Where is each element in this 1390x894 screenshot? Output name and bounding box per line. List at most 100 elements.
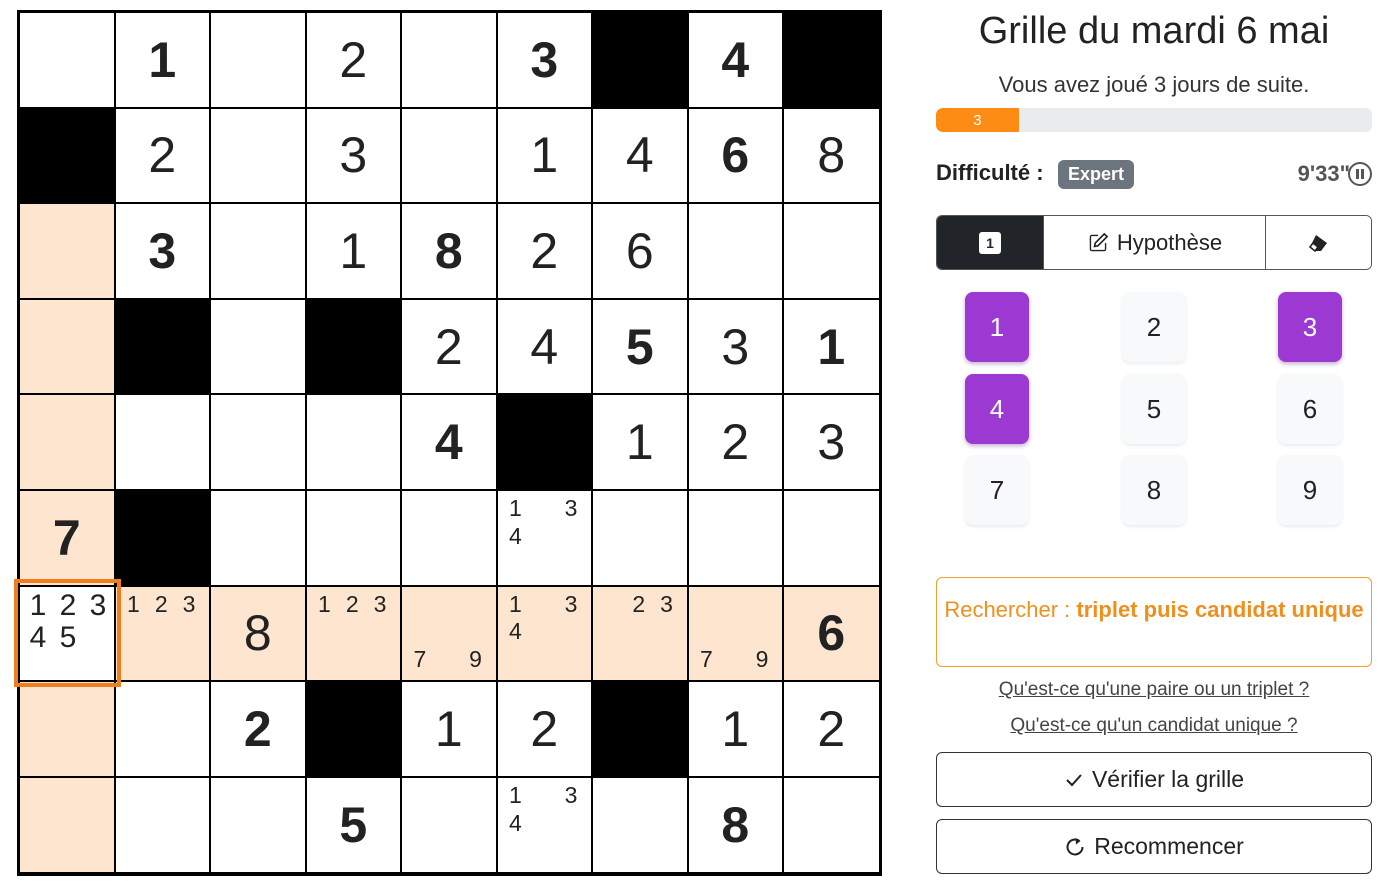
grid-cell[interactable] [20,299,116,396]
grid-cell[interactable] [593,491,689,587]
grid-cell[interactable]: 3 [784,395,879,491]
grid-cell[interactable] [211,777,307,873]
grid-cell[interactable]: 2 [784,682,879,778]
grid-cell[interactable]: 3 [688,299,784,396]
mode-hypothesis-label: Hypothèse [1116,229,1223,255]
cell-note [311,648,339,676]
grid-cell[interactable] [211,13,307,109]
grid-cell[interactable]: 123 [115,586,211,683]
mode-normal-button[interactable]: 1 [937,216,1044,269]
grid-cell[interactable]: 3 [497,13,593,109]
grid-cell[interactable]: 1 [402,682,498,778]
grid-cell[interactable] [20,204,116,300]
grid-cell[interactable]: 1 3 4 [497,777,593,873]
cell-value: 1 [721,700,750,757]
grid-cell[interactable]: 8 [402,204,498,300]
grid-cell[interactable]: 1 [593,395,689,491]
grid-cell[interactable]: 3 [115,204,211,300]
grid-cell[interactable]: 2 [115,108,211,205]
grid-cell[interactable]: 1 [497,108,593,205]
number-button-2[interactable]: 2 [1122,292,1186,362]
grid-cell[interactable] [211,491,307,587]
grid-cell[interactable]: 2 [497,682,593,778]
grid-cell[interactable] [593,777,689,873]
grid-cell[interactable]: 1 3 4 [497,491,593,587]
grid-cell[interactable]: 6 [784,586,879,683]
grid-cell[interactable] [115,682,211,778]
number-button-7[interactable]: 7 [965,455,1029,525]
number-button-3[interactable]: 3 [1278,292,1342,362]
number-button-9[interactable]: 9 [1278,455,1342,525]
grid-cell[interactable] [784,204,879,300]
grid-cell[interactable]: 1 [784,299,879,396]
grid-cell[interactable] [402,13,498,109]
check-grid-button[interactable]: Vérifier la grille [936,752,1372,807]
help-link-pair-triplet[interactable]: Qu'est-ce qu'une paire ou un triplet ? [936,679,1372,701]
grid-cell[interactable]: 5 [306,777,402,873]
cell-note [653,620,681,648]
mode-eraser-button[interactable] [1266,216,1371,269]
grid-cell[interactable]: 79 [402,586,498,683]
grid-cell[interactable] [20,13,116,109]
grid-cell[interactable]: 4 [402,395,498,491]
grid-cell[interactable]: 123 [306,586,402,683]
grid-cell[interactable]: 6 [688,108,784,205]
grid-cell[interactable]: 23 [593,586,689,683]
grid-cell[interactable] [784,777,879,873]
grid-cell[interactable] [688,204,784,300]
grid-cell[interactable]: 2 [402,299,498,396]
grid-cell[interactable] [211,395,307,491]
grid-cell[interactable] [20,682,116,778]
number-button-1[interactable]: 1 [965,292,1029,362]
grid-cell[interactable]: 1 [306,204,402,300]
grid-cell[interactable] [115,777,211,873]
cell-note: 4 [509,522,522,549]
grid-cell[interactable] [211,299,307,396]
cell-note [625,620,653,648]
grid-cell[interactable]: 4 [593,108,689,205]
cell-value: 2 [817,700,846,757]
grid-cell[interactable]: 4 [688,13,784,109]
grid-cell[interactable]: 6 [593,204,689,300]
cell-value: 3 [817,414,846,471]
grid-cell[interactable]: 2 [211,682,307,778]
grid-cell[interactable] [211,108,307,205]
grid-cell[interactable] [402,108,498,205]
grid-cell[interactable]: 1 [115,13,211,109]
grid-cell-black [497,395,593,491]
grid-cell[interactable]: 2 [306,13,402,109]
grid-cell[interactable]: 5 [593,299,689,396]
grid-cell[interactable]: 3 [306,108,402,205]
grid-cell[interactable] [784,491,879,587]
cell-note [406,620,434,648]
restart-button[interactable]: Recommencer [936,819,1372,874]
grid-cell[interactable] [20,395,116,491]
grid-cell[interactable] [402,491,498,587]
cell-note: 1 [127,590,140,617]
grid-cell[interactable] [306,395,402,491]
grid-cell[interactable]: 2 [497,204,593,300]
grid-cell[interactable] [20,777,116,873]
grid-cell[interactable] [20,586,116,683]
grid-cell[interactable]: 4 [497,299,593,396]
grid-cell[interactable] [115,395,211,491]
pause-icon[interactable] [1348,162,1372,186]
mode-hypothesis-button[interactable]: Hypothèse [1044,216,1266,269]
grid-cell[interactable]: 8 [211,586,307,683]
number-button-4[interactable]: 4 [965,374,1029,444]
grid-cell[interactable]: 1 3 4 [497,586,593,683]
grid-cell[interactable]: 1 [688,682,784,778]
grid-cell[interactable] [688,491,784,587]
grid-cell[interactable] [211,204,307,300]
number-button-6[interactable]: 6 [1278,374,1342,444]
help-link-single-candidate[interactable]: Qu'est-ce qu'un candidat unique ? [936,715,1372,737]
grid-cell[interactable] [402,777,498,873]
grid-cell[interactable]: 79 [688,586,784,683]
grid-cell[interactable] [306,491,402,587]
grid-cell[interactable]: 2 [688,395,784,491]
grid-cell[interactable]: 8 [784,108,879,205]
grid-cell[interactable]: 7 [20,491,116,587]
number-button-8[interactable]: 8 [1122,455,1186,525]
grid-cell[interactable]: 8 [688,777,784,873]
number-button-5[interactable]: 5 [1122,374,1186,444]
